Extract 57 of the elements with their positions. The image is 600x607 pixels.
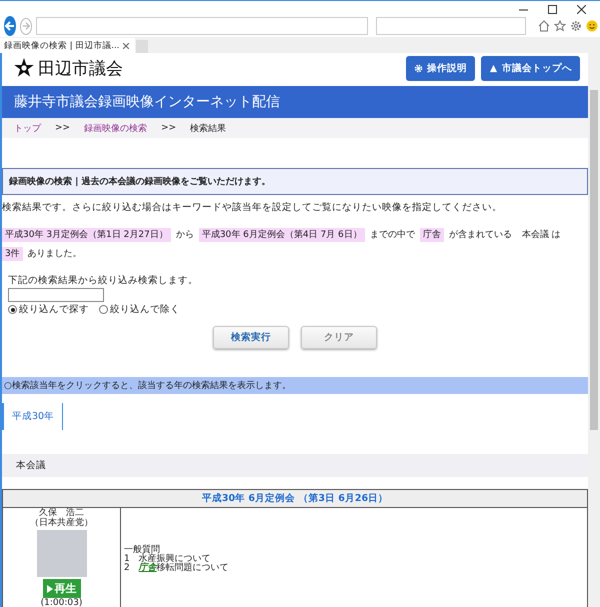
breadcrumb-current: 検索結果 [190,122,226,134]
page-banner-title: 藤井寺市議会録画映像インターネット配信 [2,86,588,118]
summary-text: ありました。 [26,249,83,259]
highlighted-term: 平成30年 6月定例会（第4日 7月 6日） [198,228,365,242]
smiley-icon[interactable] [586,20,598,32]
duration-text: (1:00:03) [40,598,82,607]
section-heading: 録画映像の検索 | 過去の本会議の録画映像をご覧いただけます。 [2,168,588,195]
radio-label[interactable]: 絞り込んで探す [19,303,89,316]
gear-icon [414,64,423,72]
home-icon[interactable] [538,20,550,32]
summary-text: までの中で [368,230,416,240]
question-line: 一般質問 [124,546,160,555]
close-icon[interactable] [577,4,586,14]
breadcrumb-link[interactable]: 録画映像の検索 [84,122,148,134]
filter-label: 下記の検索結果から絞り込み検索します。 [8,274,199,287]
play-icon [46,584,52,592]
settings-icon[interactable] [570,20,582,32]
question-line: 2 庁舎移転問題について [124,564,229,573]
radio-label[interactable]: 絞り込んで除く [110,303,180,316]
summary-text: 本会議 は [520,230,562,240]
filter-input[interactable] [8,288,104,302]
notice-bar: ○検索該当年をクリックすると、該当する年の検索結果を表示します。 [2,377,588,394]
speaker-name: 久保 浩二 [39,508,84,518]
year-tab[interactable]: 平成30年 [2,403,64,430]
address-field[interactable] [36,17,368,35]
intro-text: 検索結果です。さらに絞り込む場合はキーワードや該当年を設定してご覧になりたい映像を指定してください。 [2,201,503,214]
search-field[interactable] [376,17,526,35]
photo-placeholder [36,530,86,577]
radio-button[interactable] [99,305,108,314]
search-button[interactable]: 検索実行 [213,326,289,349]
header-button[interactable]: 市議会トップへ [481,56,580,80]
maximize-icon[interactable] [548,4,557,14]
highlighted-term: 3件 [2,247,23,261]
highlighted-term: 庁舎 [420,228,444,242]
play-button[interactable]: 再生 [42,579,80,598]
back-arrow-icon [4,20,16,32]
breadcrumb-link[interactable]: トップ [14,122,41,134]
summary-text: が含まれている [448,230,513,240]
star-icon[interactable] [554,20,566,32]
star-emblem-icon [14,58,34,78]
radio-button[interactable] [8,305,17,314]
question-line: 1 水産振興について [124,555,212,564]
header-button[interactable]: 操作説明 [406,56,475,80]
scrollbar-thumb[interactable] [590,90,598,430]
back-button[interactable] [4,16,16,36]
breadcrumb-separator: >> [55,123,70,133]
breadcrumb-separator: >> [161,123,176,133]
highlighted-term: 平成30年 3月定例会（第1日 2月27日） [2,228,171,242]
speaker-party: （日本共産党） [30,518,93,528]
clear-button[interactable]: クリア [301,326,377,349]
category-heading: 本会議 [2,454,588,477]
site-logo-text[interactable]: 田辺市議会 [38,56,123,80]
forward-arrow-icon [21,21,31,31]
close-tab-icon[interactable] [123,42,130,48]
result-title[interactable]: 平成30年 6月定例会 （第3日 6月26日） [3,490,587,508]
triangle-icon [489,64,498,72]
summary-text: から [174,230,195,240]
